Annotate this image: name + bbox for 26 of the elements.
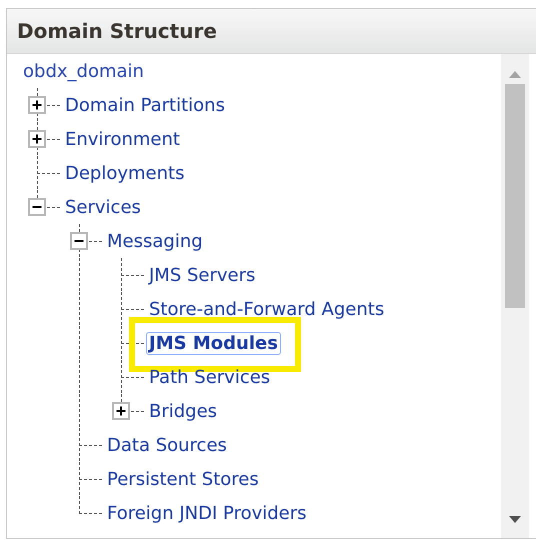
scrollbar[interactable]: [501, 54, 529, 538]
scrollbar-thumb[interactable]: [505, 84, 525, 308]
tree-item[interactable]: JMS Modules: [146, 332, 281, 354]
tree-item[interactable]: JMS Servers: [146, 264, 258, 286]
tree-item[interactable]: Persistent Stores: [104, 468, 262, 490]
tree-item[interactable]: Environment: [62, 128, 183, 150]
tree-item[interactable]: Path Services: [146, 366, 274, 388]
expand-icon[interactable]: [28, 96, 46, 114]
tree-item[interactable]: obdx_domain: [20, 60, 147, 82]
tree-item[interactable]: Data Sources: [104, 434, 230, 456]
tree-item[interactable]: Messaging: [104, 230, 206, 252]
tree-line: [121, 258, 146, 292]
tree-item[interactable]: Bridges: [146, 400, 220, 422]
scroll-down-icon[interactable]: [509, 516, 521, 524]
tree-line: [121, 292, 146, 326]
collapse-icon[interactable]: [28, 198, 46, 216]
tree-item[interactable]: Deployments: [62, 162, 188, 184]
tree-item[interactable]: Store-and-Forward Agents: [146, 298, 388, 320]
tree-item[interactable]: Domain Partitions: [62, 94, 228, 116]
collapse-icon[interactable]: [70, 232, 88, 250]
expand-icon[interactable]: [112, 402, 130, 420]
expand-icon[interactable]: [28, 130, 46, 148]
tree-line: [121, 326, 146, 360]
tree-item[interactable]: Foreign JNDI Providers: [104, 502, 310, 524]
panel-title: Domain Structure: [17, 18, 217, 45]
tree-item[interactable]: Services: [62, 196, 144, 218]
